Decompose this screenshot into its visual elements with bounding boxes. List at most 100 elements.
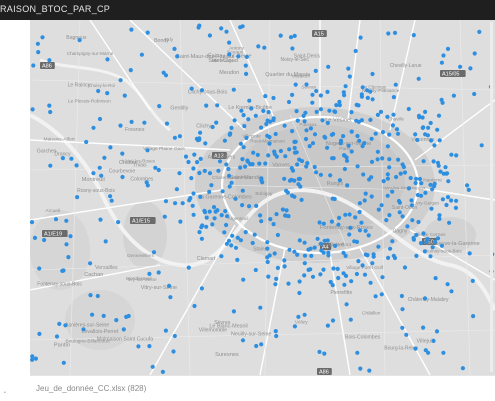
map-marker[interactable] (292, 145, 297, 151)
map-marker[interactable] (271, 95, 276, 101)
map-marker[interactable] (103, 239, 108, 244)
map-marker[interactable] (398, 171, 403, 176)
map-marker[interactable] (145, 148, 150, 153)
map-marker[interactable] (129, 119, 134, 124)
map-marker[interactable] (327, 108, 332, 113)
map-marker[interactable] (168, 295, 173, 300)
map-marker[interactable] (32, 235, 38, 240)
map-marker[interactable] (189, 86, 194, 91)
map-marker[interactable] (178, 219, 183, 224)
map-marker[interactable] (336, 275, 341, 281)
map-marker[interactable] (346, 143, 351, 148)
map-marker[interactable] (229, 125, 234, 130)
map-marker[interactable] (108, 194, 113, 199)
map-marker[interactable] (343, 84, 348, 89)
map-marker[interactable] (302, 253, 308, 258)
map-marker[interactable] (454, 198, 459, 203)
map-marker[interactable] (302, 119, 307, 124)
map-marker[interactable] (396, 198, 402, 204)
map-marker[interactable] (288, 35, 294, 40)
map-marker[interactable] (90, 312, 95, 317)
map-marker[interactable] (343, 212, 348, 217)
map-marker[interactable] (385, 193, 390, 198)
map-marker[interactable] (380, 156, 385, 161)
map-marker[interactable] (341, 134, 346, 139)
map-marker[interactable] (282, 176, 287, 181)
map-marker[interactable] (415, 137, 420, 143)
map-marker[interactable] (121, 327, 126, 332)
map-marker[interactable] (162, 214, 167, 219)
map-marker[interactable] (384, 218, 389, 223)
map-marker[interactable] (477, 29, 482, 34)
map-marker[interactable] (440, 197, 445, 202)
map-marker[interactable] (380, 130, 386, 135)
map-marker[interactable] (240, 338, 246, 343)
map-marker[interactable] (449, 289, 454, 294)
map-marker[interactable] (47, 58, 52, 63)
map-marker[interactable] (216, 168, 221, 173)
map-marker[interactable] (207, 171, 213, 176)
map-marker[interactable] (385, 172, 390, 177)
map-marker[interactable] (357, 201, 362, 206)
map-marker[interactable] (68, 234, 73, 239)
map-marker[interactable] (259, 219, 264, 224)
map-marker[interactable] (243, 164, 248, 169)
map-marker[interactable] (30, 220, 35, 225)
map-marker[interactable] (204, 215, 209, 220)
map-marker[interactable] (435, 236, 441, 241)
map-marker[interactable] (308, 246, 313, 251)
map-marker[interactable] (241, 145, 246, 150)
map-marker[interactable] (356, 259, 361, 264)
map-marker[interactable] (172, 46, 177, 51)
map-marker[interactable] (447, 220, 452, 225)
map-marker[interactable] (385, 176, 390, 181)
map-marker[interactable] (69, 156, 74, 161)
map-marker[interactable] (64, 218, 69, 223)
map-marker[interactable] (451, 93, 456, 98)
map-marker[interactable] (240, 203, 245, 208)
vertical-scrollbar[interactable] (490, 22, 493, 372)
map-marker[interactable] (434, 329, 440, 334)
map-marker[interactable] (314, 88, 319, 94)
map-marker[interactable] (465, 183, 470, 188)
map-marker[interactable] (454, 153, 459, 158)
map-marker[interactable] (341, 250, 346, 255)
map-marker[interactable] (390, 239, 395, 244)
map-marker[interactable] (414, 176, 419, 181)
map-marker[interactable] (416, 219, 421, 225)
map-marker[interactable] (64, 242, 69, 247)
map-marker[interactable] (406, 186, 411, 191)
map-marker[interactable] (157, 104, 162, 109)
map-marker[interactable] (363, 252, 368, 257)
map-marker[interactable] (239, 108, 244, 113)
map-marker[interactable] (408, 175, 413, 181)
map-marker[interactable] (172, 135, 177, 140)
map-marker[interactable] (472, 91, 477, 97)
map-marker[interactable] (439, 60, 444, 65)
map-marker[interactable] (295, 162, 300, 167)
map-marker[interactable] (189, 176, 194, 181)
map-marker[interactable] (355, 350, 360, 355)
map-marker[interactable] (225, 214, 230, 219)
map-marker[interactable] (367, 368, 372, 373)
map-marker[interactable] (347, 232, 352, 237)
map-marker[interactable] (88, 261, 93, 266)
map-marker[interactable] (322, 351, 327, 356)
map-marker[interactable] (233, 245, 239, 250)
map-marker[interactable] (356, 119, 361, 124)
map-marker[interactable] (402, 170, 408, 175)
map-marker[interactable] (238, 165, 243, 170)
map-marker[interactable] (472, 51, 477, 56)
map-marker[interactable] (363, 191, 368, 196)
map-marker[interactable] (376, 207, 381, 212)
map-marker[interactable] (347, 74, 352, 79)
map-marker[interactable] (338, 138, 344, 143)
map-marker[interactable] (330, 156, 335, 161)
map-marker[interactable] (369, 194, 374, 199)
map-marker[interactable] (445, 282, 450, 287)
map-marker[interactable] (199, 236, 204, 241)
map-marker[interactable] (410, 218, 415, 223)
map-marker[interactable] (411, 33, 416, 38)
map-marker[interactable] (411, 237, 416, 242)
map-marker[interactable] (358, 366, 363, 371)
